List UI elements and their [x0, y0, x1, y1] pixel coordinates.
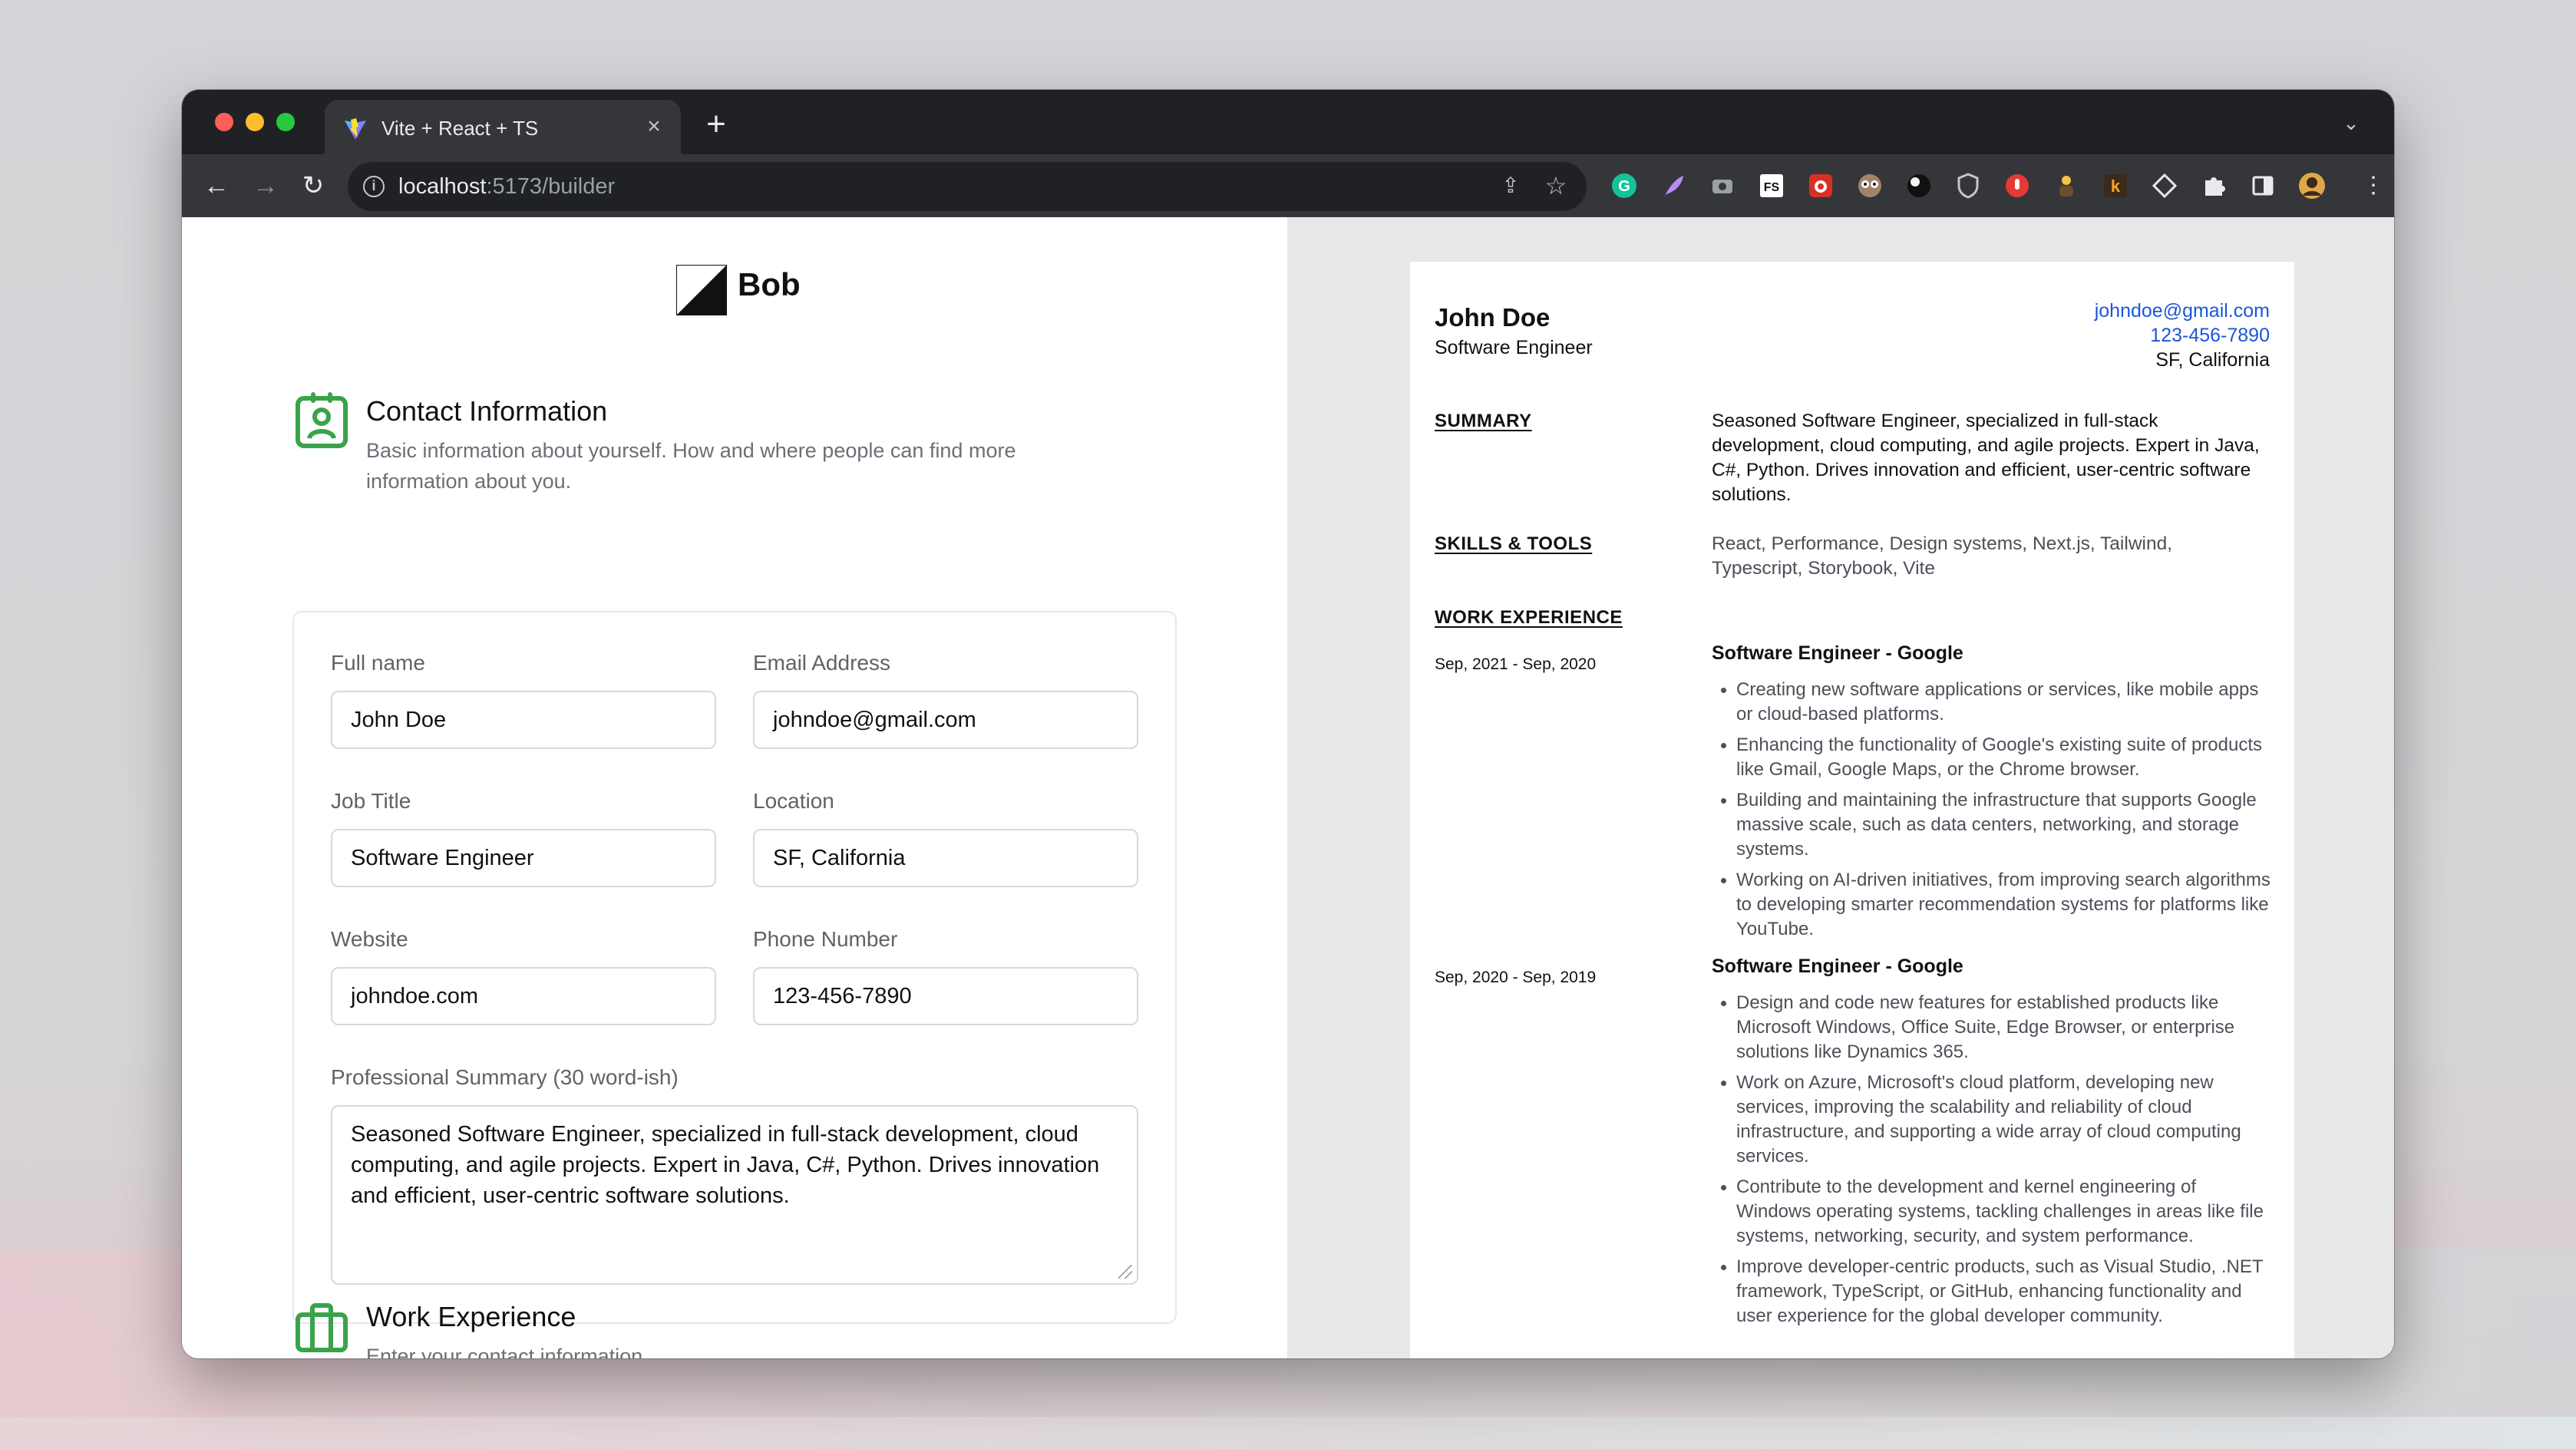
location-input[interactable]: SF, California: [753, 829, 1138, 887]
resume-skills-heading: SKILLS & TOOLS: [1435, 533, 1593, 554]
record-icon[interactable]: [2003, 171, 2032, 200]
job-bullets: Design and code new features for establi…: [1712, 991, 2276, 1335]
share-icon[interactable]: ⇪: [1498, 173, 1524, 199]
location-label: Location: [753, 789, 834, 813]
site-info-icon[interactable]: i: [363, 176, 385, 197]
contact-section-title: Contact Information: [366, 395, 608, 427]
bookmark-star-icon[interactable]: ☆: [1542, 171, 1570, 200]
full-name-label: Full name: [331, 651, 425, 675]
forward-button[interactable]: →: [249, 170, 282, 202]
job-bullet: Working on AI-driven initiatives, from i…: [1712, 868, 2276, 942]
resume-preview-pane: John Doe Software Engineer johndoe@gmail…: [1287, 217, 2394, 1358]
job-bullet: Enhancing the functionality of Google's …: [1712, 733, 2276, 782]
summary-textarea[interactable]: Seasoned Software Engineer, specialized …: [331, 1105, 1138, 1285]
contact-section-description: Basic information about yourself. How an…: [366, 439, 1016, 493]
back-button[interactable]: ←: [200, 170, 233, 202]
browser-window: Vite + React + TS × + ⌄ ← → ↻ i localhos…: [182, 90, 2394, 1358]
feather-icon[interactable]: [1659, 171, 1688, 200]
resume-work-heading: WORK EXPERIENCE: [1435, 607, 1623, 628]
job-bullets: Creating new software applications or se…: [1712, 678, 2276, 948]
briefcase-icon: [296, 1303, 348, 1352]
full-name-input[interactable]: John Doe: [331, 691, 716, 749]
browser-toolbar: ← → ↻ i localhost:5173/builder ⇪ ☆ G FS …: [182, 154, 2394, 217]
job-bullet: Work on Azure, Microsoft's cloud platfor…: [1712, 1071, 2276, 1169]
contact-form-card: Full name John Doe Email Address johndoe…: [292, 611, 1177, 1324]
resume-summary-heading: SUMMARY: [1435, 411, 1532, 431]
job-dates: Sep, 2020 - Sep, 2019: [1435, 969, 1597, 986]
resume-location: SF, California: [2155, 349, 2270, 371]
resume-email-link[interactable]: johndoe@gmail.com: [2095, 300, 2270, 322]
app-logo-icon: [676, 265, 727, 315]
minimize-window-button[interactable]: [246, 113, 264, 131]
fs-icon[interactable]: FS: [1757, 171, 1786, 200]
close-window-button[interactable]: [215, 113, 233, 131]
tab-vite-app[interactable]: Vite + React + TS ×: [325, 100, 681, 154]
ball-icon[interactable]: [1904, 171, 1934, 200]
website-label: Website: [331, 927, 408, 951]
resume-paper: John Doe Software Engineer johndoe@gmail…: [1410, 262, 2294, 1358]
bug-icon[interactable]: [1806, 171, 1835, 200]
job-bullet: Building and maintaining the infrastruct…: [1712, 788, 2276, 862]
profile-avatar[interactable]: [2297, 171, 2327, 200]
job-title-label: Job Title: [331, 789, 411, 813]
contact-card-icon: [296, 392, 348, 448]
phone-label: Phone Number: [753, 927, 898, 951]
owl-icon[interactable]: [1855, 171, 1884, 200]
sidepanel-icon[interactable]: [2248, 171, 2277, 200]
work-section-description: Enter your contact information: [366, 1345, 643, 1358]
job-bullet: Contribute to the development and kernel…: [1712, 1175, 2276, 1249]
resume-skills-text: React, Performance, Design systems, Next…: [1712, 533, 2173, 579]
diamond-icon[interactable]: [2150, 171, 2179, 200]
job-bullet: Creating new software applications or se…: [1712, 678, 2276, 727]
desktop-background-strip: [0, 1417, 2576, 1449]
url-host: localhost: [398, 174, 487, 199]
job-bullet: Design and code new features for establi…: [1712, 991, 2276, 1064]
reload-button[interactable]: ↻: [297, 170, 329, 202]
builder-form-pane: Bob Contact Information Basic informatio…: [182, 217, 1287, 1358]
new-tab-button[interactable]: +: [701, 107, 732, 141]
maximize-window-button[interactable]: [276, 113, 295, 131]
page-content: Bob Contact Information Basic informatio…: [182, 217, 2394, 1358]
job-title: Software Engineer - Google: [1712, 642, 1963, 664]
tab-strip: Vite + React + TS × + ⌄: [182, 90, 2394, 154]
resume-role: Software Engineer: [1435, 337, 1593, 358]
summary-textarea-value: Seasoned Software Engineer, specialized …: [351, 1122, 1100, 1208]
figure-icon[interactable]: [2052, 171, 2081, 200]
tab-title: Vite + React + TS: [381, 117, 539, 140]
summary-label: Professional Summary (30 word-ish): [331, 1065, 679, 1089]
vite-logo-icon: [345, 118, 366, 140]
resize-handle-icon[interactable]: [1118, 1265, 1132, 1279]
address-bar[interactable]: i localhost:5173/builder ⇪ ☆: [348, 162, 1587, 211]
job-title: Software Engineer - Google: [1712, 956, 1963, 977]
job-dates: Sep, 2021 - Sep, 2020: [1435, 655, 1597, 673]
svg-text:k: k: [2111, 177, 2121, 196]
tab-close-icon[interactable]: ×: [641, 114, 667, 140]
email-input[interactable]: johndoe@gmail.com: [753, 691, 1138, 749]
shield-icon[interactable]: [1953, 171, 1983, 200]
puzzle-icon[interactable]: [2199, 171, 2228, 200]
grammarly-icon[interactable]: G: [1610, 171, 1639, 200]
work-section-title: Work Experience: [366, 1301, 576, 1332]
url-text[interactable]: localhost:5173/builder: [398, 174, 615, 200]
k-icon[interactable]: k: [2101, 171, 2130, 200]
email-label: Email Address: [753, 651, 890, 675]
svg-text:FS: FS: [1764, 181, 1780, 194]
resume-name: John Doe: [1435, 303, 1551, 332]
app-logo-text: Bob: [738, 266, 801, 302]
browser-menu-icon[interactable]: ⋮: [2362, 173, 2385, 203]
url-path: :5173/builder: [486, 174, 616, 199]
phone-input[interactable]: 123-456-7890: [753, 967, 1138, 1025]
website-input[interactable]: johndoe.com: [331, 967, 716, 1025]
job-title-input[interactable]: Software Engineer: [331, 829, 716, 887]
camera-icon[interactable]: [1708, 171, 1737, 200]
svg-text:G: G: [1618, 178, 1630, 195]
resume-summary-text: Seasoned Software Engineer, specialized …: [1712, 411, 2260, 505]
resume-phone-link[interactable]: 123-456-7890: [2150, 325, 2270, 347]
chevron-down-icon[interactable]: ⌄: [2339, 111, 2363, 136]
job-bullet: Improve developer-centric products, such…: [1712, 1255, 2276, 1329]
